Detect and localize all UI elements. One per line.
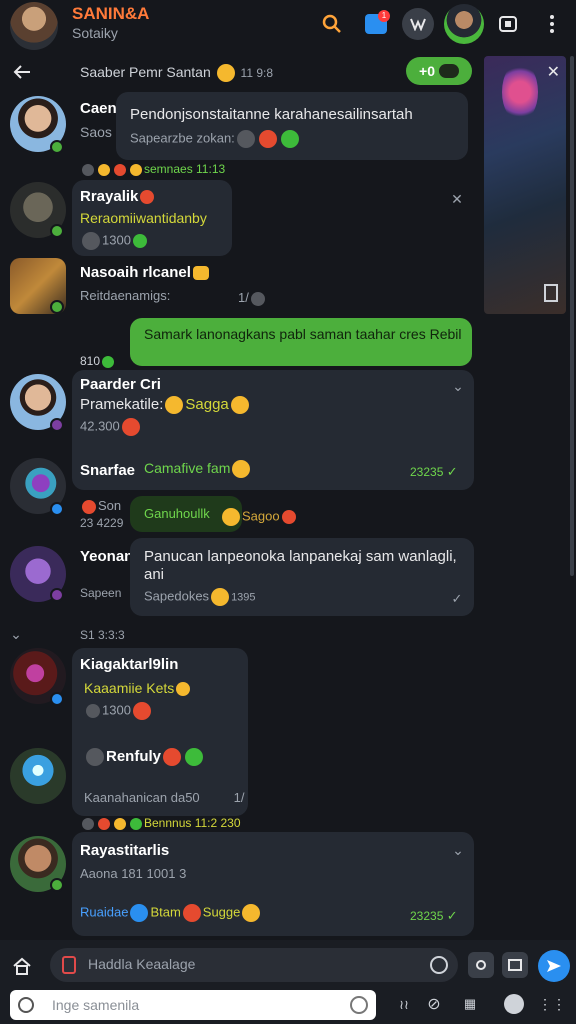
toggle-icon <box>438 64 459 78</box>
message-text: Aaona 181 1001 3 <box>80 866 187 881</box>
close-icon[interactable]: ✕ <box>448 190 466 208</box>
online-indicator <box>50 140 64 154</box>
message-text: Panucan lanpeonoka lanpanekaj sam wanlag… <box>144 548 457 583</box>
message-meta: 1300 <box>80 232 149 250</box>
sender-name: Snarfae <box>80 462 136 479</box>
message-text: Ganuhoullk <box>144 506 210 521</box>
sender-name: Yeonan <box>80 548 134 565</box>
keyboard-icon[interactable]: ▦ <box>456 994 484 1014</box>
message-text: Pendonjsonstaitanne karahanesailinsartah <box>130 106 413 123</box>
chevron-down-icon[interactable]: ⌄ <box>450 842 466 858</box>
more-menu-icon[interactable] <box>540 10 564 38</box>
video-call-icon[interactable] <box>496 12 520 36</box>
message-text: Reraomiiwantidanby <box>80 210 207 226</box>
outgoing-message-text: Samark lanonagkans pabl saman taahar cre… <box>144 326 462 342</box>
online-indicator <box>50 588 64 602</box>
message-meta: Sapearzbe zokan: <box>130 130 301 148</box>
message-text: Pramekatile: Sagga <box>80 396 251 415</box>
expand-icon[interactable] <box>544 284 558 302</box>
secondary-input-placeholder: Inge samenila <box>52 997 140 1013</box>
date-divider: S1 3:3:3 <box>80 628 125 642</box>
sender-sub: Saos <box>80 124 112 140</box>
clock-icon <box>18 997 34 1013</box>
message-meta: Sapedokes 1395 <box>144 588 256 606</box>
sender-name: Caen <box>80 100 117 117</box>
emoji-icon[interactable] <box>350 996 368 1014</box>
sender-sub: Sapeen <box>80 586 122 600</box>
camera-icon[interactable] <box>468 952 494 978</box>
message-meta: 42.300 <box>80 418 142 436</box>
close-icon[interactable]: ✕ <box>547 62 560 82</box>
message-text: Reitdaenamigs: <box>80 288 171 303</box>
message-time: 23235 ✓ <box>410 464 458 479</box>
read-check-icon: ✓ <box>451 591 463 606</box>
sender-name: Nasoaih rlcanel <box>80 264 211 281</box>
online-indicator <box>50 502 64 516</box>
avatar-renfuly[interactable] <box>10 748 66 804</box>
message-time: 23235 ✓ <box>410 908 458 923</box>
message-meta: 23 4229 <box>80 516 124 530</box>
message-meta: Kaanahanican da50 1/ <box>84 790 245 805</box>
back-arrow-icon[interactable] <box>8 60 36 84</box>
online-indicator <box>50 418 64 432</box>
sender-name: Rrayalik <box>80 188 156 205</box>
notification-badge: 1 <box>378 10 390 22</box>
reaction-strip: semnaes 11:13 <box>80 162 225 176</box>
search-icon[interactable] <box>318 10 346 38</box>
message-bubble[interactable] <box>116 92 468 160</box>
message-text: Camafive fam <box>144 460 252 479</box>
attach-icon[interactable]: ⊘ <box>424 994 444 1014</box>
app-subtitle: Sotaiky <box>72 25 118 41</box>
media-preview[interactable]: ✕ <box>484 56 566 314</box>
online-indicator <box>50 692 64 706</box>
message-meta: 810 <box>80 354 116 368</box>
message-labels: Ruaidae Btam Sugge <box>80 904 262 922</box>
home-icon[interactable] <box>10 954 34 978</box>
waveform-icon[interactable]: ≀≀ <box>394 996 414 1014</box>
message-input-placeholder: Haddla Keaalage <box>88 956 196 972</box>
profile-avatar[interactable] <box>10 2 58 50</box>
chat-bubble-icon[interactable] <box>504 994 524 1014</box>
online-indicator <box>50 878 64 892</box>
sender-sub: Son <box>80 498 121 514</box>
sender-name: Kiagaktarl9lin <box>80 656 179 673</box>
message-label: Sagoo <box>220 508 298 526</box>
gallery-icon[interactable] <box>502 952 528 978</box>
collapse-icon[interactable]: ⌄ <box>8 626 24 642</box>
send-icon[interactable] <box>538 950 570 982</box>
sender-name: Rayastitarlis <box>80 842 170 859</box>
media-glow <box>502 62 538 122</box>
online-indicator <box>50 300 64 314</box>
online-indicator <box>50 224 64 238</box>
media-scrollbar[interactable] <box>570 56 574 576</box>
status-pill[interactable]: +0 <box>406 57 472 85</box>
smile-emoji-icon <box>216 64 235 83</box>
message-meta: 1300 <box>84 702 153 720</box>
inbox-icon[interactable]: 1 <box>362 10 390 38</box>
chat-title: Saaber Pemr Santan 11 9:8 <box>80 64 273 83</box>
reaction-strip: Bennnus 11:2 230 <box>80 816 241 830</box>
message-meta: 1/ <box>238 290 267 306</box>
sender-name: Renfuly <box>84 748 205 767</box>
message-text: Kaaamiie Kets <box>84 680 192 697</box>
chevron-down-icon[interactable]: ⌄ <box>450 378 466 394</box>
record-icon[interactable] <box>430 956 448 974</box>
contact-avatar[interactable] <box>444 4 484 44</box>
sort-icon[interactable] <box>402 8 434 40</box>
sender-name: Paarder Cri <box>80 376 161 393</box>
menu-dots-icon[interactable]: ⋮⋮ <box>538 994 566 1014</box>
app-title: SANIN&A <box>72 4 150 23</box>
lock-icon <box>62 956 76 974</box>
top-bar: SANIN&A Sotaiky 1 <box>0 0 576 52</box>
